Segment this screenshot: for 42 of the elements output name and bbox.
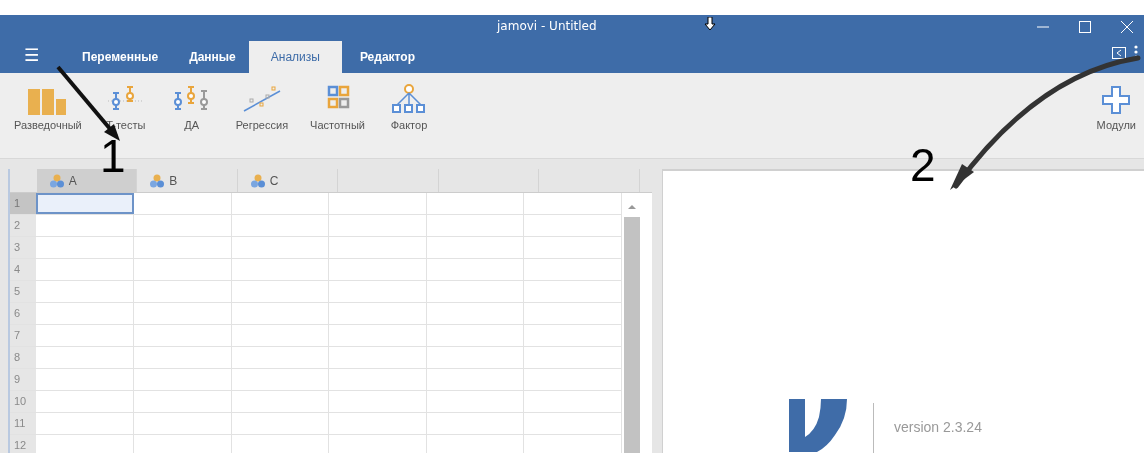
row-number: 8	[10, 347, 37, 368]
row-number: 2	[10, 215, 37, 236]
maximize-icon[interactable]	[1078, 19, 1092, 34]
analysis-button[interactable]: ДА	[165, 81, 218, 131]
row-number: 10	[10, 391, 37, 412]
tab[interactable]: Редактор	[341, 42, 428, 73]
row-number: 1	[10, 193, 37, 214]
nominal-variable-icon	[149, 173, 166, 188]
row-number: 9	[10, 369, 37, 390]
tab[interactable]: Анализы	[248, 41, 342, 73]
results-mode-icon[interactable]	[1112, 47, 1126, 59]
column-header[interactable]: B	[137, 169, 238, 192]
tab[interactable]: Данные	[171, 42, 249, 73]
analysis-button[interactable]: Частотный	[306, 81, 369, 131]
tab[interactable]: Переменные	[64, 42, 172, 73]
row-number: 7	[10, 325, 37, 346]
scrollbar-thumb[interactable]	[624, 217, 640, 453]
selected-cell[interactable]	[36, 193, 135, 214]
row-number: 12	[10, 435, 37, 453]
row-number: 3	[10, 237, 37, 258]
row-number: 5	[10, 281, 37, 302]
column-name: B	[169, 173, 178, 188]
modules-button[interactable]: Модули	[1092, 81, 1140, 131]
logo-icon	[789, 399, 849, 452]
analysis-button[interactable]: Фактор	[383, 81, 435, 131]
row-number: 6	[10, 303, 37, 324]
analysis-button[interactable]: Разведочный	[10, 81, 86, 131]
cursor-icon	[704, 17, 716, 31]
nominal-variable-icon	[48, 173, 65, 188]
window-title: jamovi - Untitled	[497, 19, 597, 33]
analysis-button[interactable]: Регрессия	[231, 81, 293, 131]
column-name: C	[269, 173, 279, 188]
row-number: 11	[10, 413, 37, 434]
row-number: 4	[10, 259, 37, 280]
scroll-up-icon[interactable]	[627, 203, 637, 211]
version-text: version 2.3.24	[894, 419, 982, 435]
nominal-variable-icon	[249, 173, 266, 188]
column-name: A	[68, 173, 77, 188]
close-icon[interactable]	[1120, 19, 1134, 34]
menu-button[interactable]: ☰	[24, 45, 64, 73]
annotation-number: 2	[910, 142, 936, 188]
column-header[interactable]: C	[237, 169, 339, 192]
